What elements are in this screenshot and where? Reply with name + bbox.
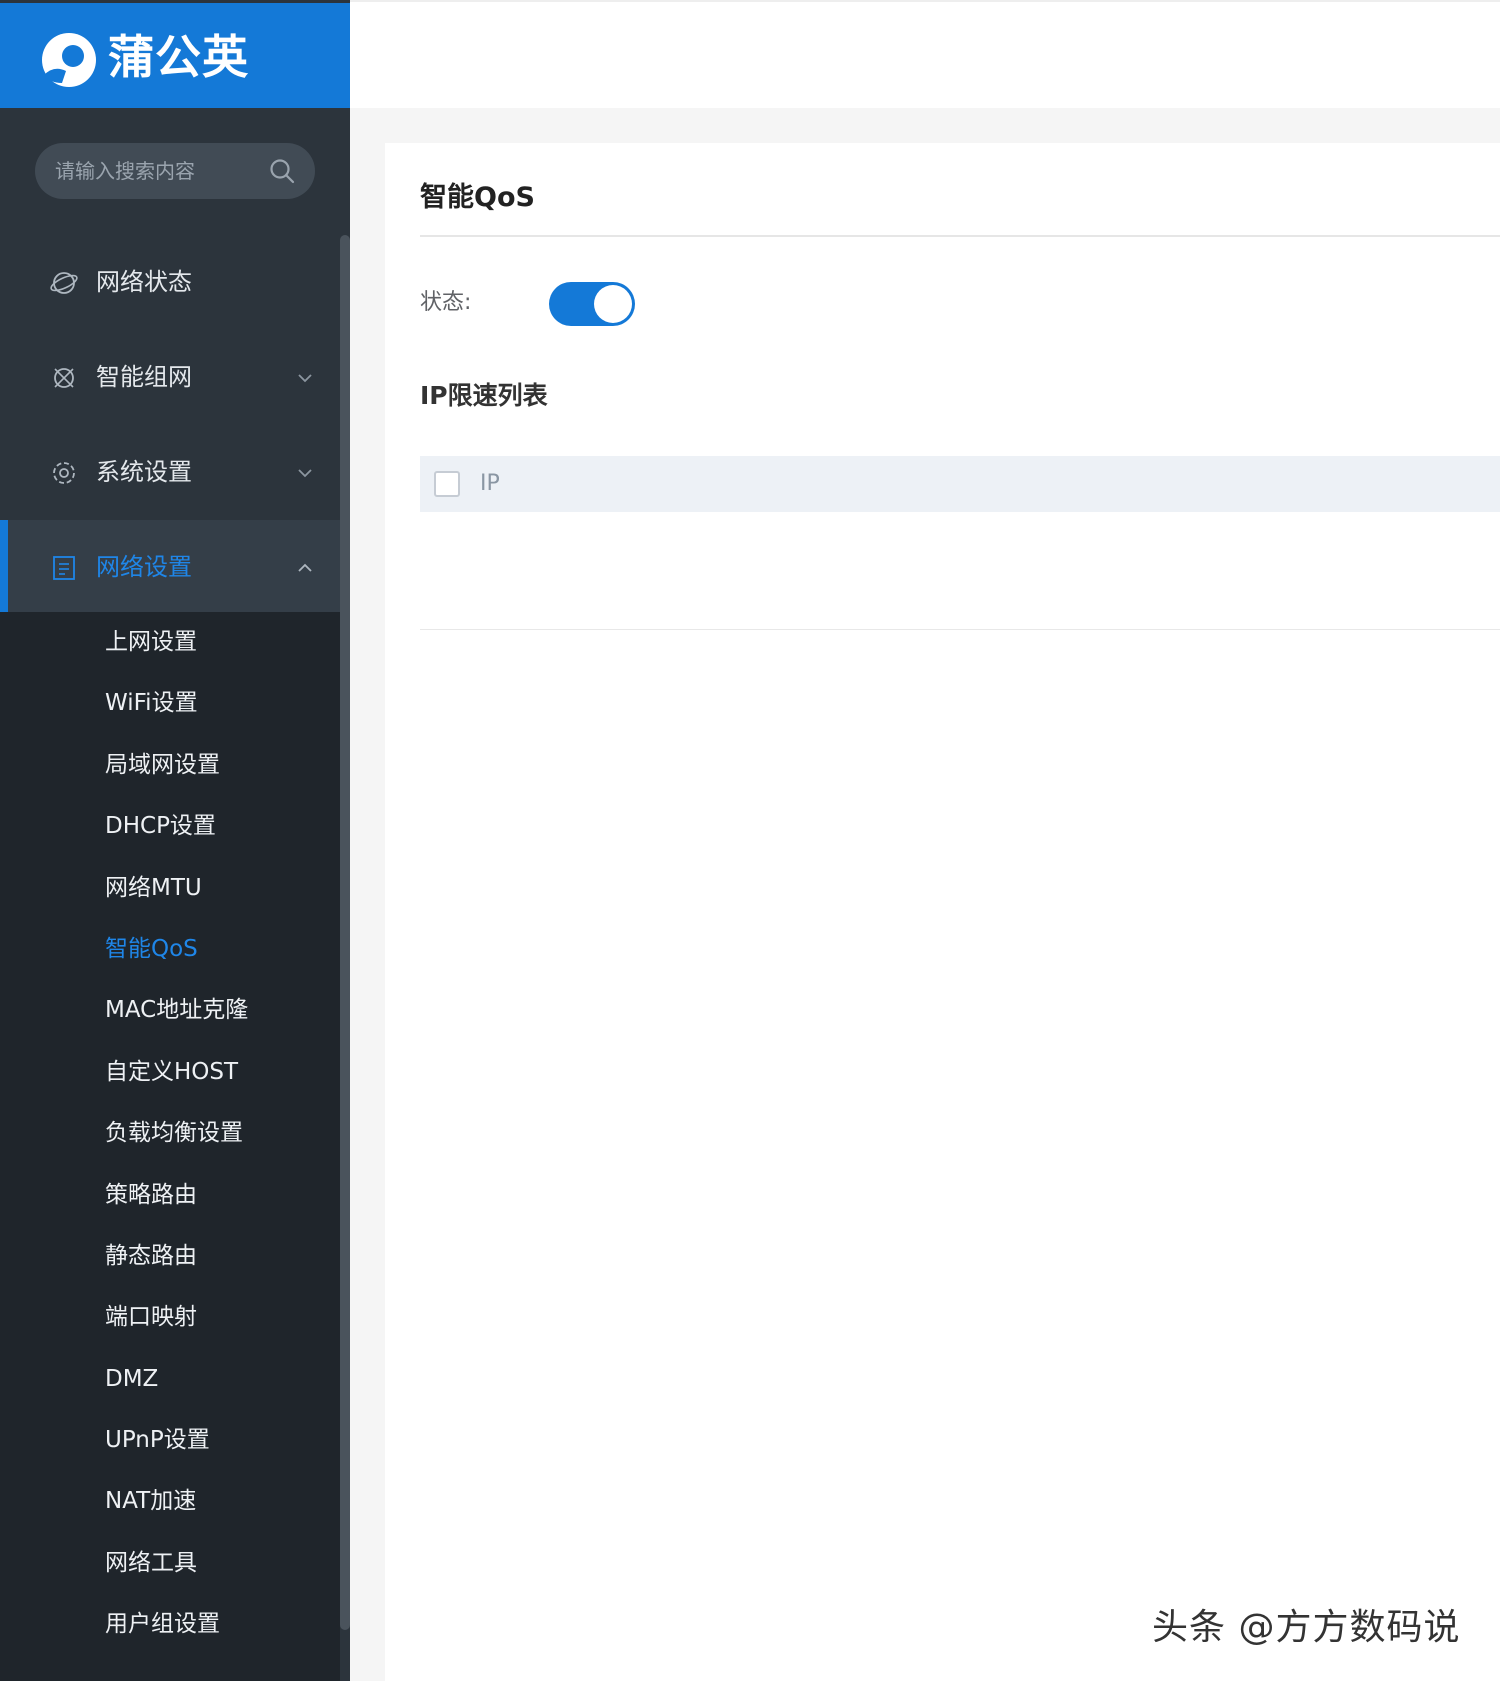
watermark: 头条 @方方数码说 <box>1152 1607 1461 1648</box>
app-root: 蒲公英 网络状态 智能组网 <box>0 0 1500 1681</box>
gear-icon <box>53 462 75 484</box>
chevron-down-icon <box>298 469 312 478</box>
submenu-item[interactable]: NAT加速 <box>0 1471 340 1532</box>
main-menu: 网络状态 智能组网 系统设置 网络设置 <box>0 235 340 615</box>
network-icon <box>54 368 74 388</box>
submenu-item[interactable]: 策略路由 <box>0 1165 340 1226</box>
menu-item-label: 系统设置 <box>96 458 192 486</box>
submenu-item[interactable]: DHCP设置 <box>0 796 340 857</box>
table-header: IP <box>420 456 1500 512</box>
submenu-item[interactable]: 静态路由 <box>0 1226 340 1287</box>
top-bar <box>350 0 1500 108</box>
submenu-item[interactable]: 负载均衡设置 <box>0 1103 340 1164</box>
sidebar: 蒲公英 网络状态 智能组网 <box>0 0 350 1681</box>
submenu-item[interactable]: MAC地址克隆 <box>0 980 340 1041</box>
submenu-item[interactable]: 上网设置 <box>0 612 340 673</box>
menu-item-system-settings[interactable]: 系统设置 <box>0 425 340 520</box>
menu-item-network-settings[interactable]: 网络设置 <box>0 520 340 615</box>
document-icon <box>53 556 75 580</box>
table-bottom-border <box>420 629 1500 630</box>
globe-icon <box>50 272 78 294</box>
menu-item-smart-networking[interactable]: 智能组网 <box>0 330 340 425</box>
search-input[interactable] <box>55 143 255 199</box>
chevron-down-icon <box>298 374 312 383</box>
toggle-knob <box>594 285 632 323</box>
ip-limit-list-title: IP限速列表 <box>420 381 548 410</box>
submenu-item[interactable]: 用户组设置 <box>0 1594 340 1655</box>
menu-item-network-status[interactable]: 网络状态 <box>0 235 340 330</box>
submenu-item[interactable]: 局域网设置 <box>0 735 340 796</box>
status-label: 状态: <box>420 290 472 315</box>
network-settings-submenu: 上网设置 WiFi设置 局域网设置 DHCP设置 网络MTU 智能QoS MAC地址克隆 自定… <box>0 612 340 1681</box>
submenu-item[interactable]: UPnP设置 <box>0 1410 340 1471</box>
search-icon[interactable] <box>269 158 295 184</box>
page-title: 智能QoS <box>420 182 535 213</box>
submenu-item[interactable]: WiFi设置 <box>0 673 340 734</box>
brand-header: 蒲公英 <box>0 3 350 108</box>
submenu-item[interactable]: 智能QoS <box>0 919 340 980</box>
submenu-item[interactable]: 自定义HOST <box>0 1042 340 1103</box>
menu-item-label: 网络状态 <box>96 268 192 296</box>
select-all-checkbox[interactable] <box>434 471 460 497</box>
content-card: 智能QoS 状态: IP限速列表 IP <box>385 143 1500 1681</box>
menu-item-label: 智能组网 <box>96 363 192 391</box>
submenu-item[interactable]: DMZ <box>0 1349 340 1410</box>
column-header-ip: IP <box>480 471 500 496</box>
submenu-item[interactable]: 端口映射 <box>0 1287 340 1348</box>
dandelion-logo-icon <box>42 33 96 87</box>
submenu-item[interactable]: 网络工具 <box>0 1533 340 1594</box>
title-divider <box>420 235 1500 237</box>
sidebar-scrollbar[interactable] <box>340 235 350 1630</box>
search-box[interactable] <box>35 143 315 199</box>
qos-status-toggle[interactable] <box>549 282 635 326</box>
menu-item-label: 网络设置 <box>96 553 192 581</box>
chevron-up-icon <box>298 563 312 572</box>
submenu-item[interactable]: 网络MTU <box>0 858 340 919</box>
brand-name: 蒲公英 <box>108 30 249 84</box>
